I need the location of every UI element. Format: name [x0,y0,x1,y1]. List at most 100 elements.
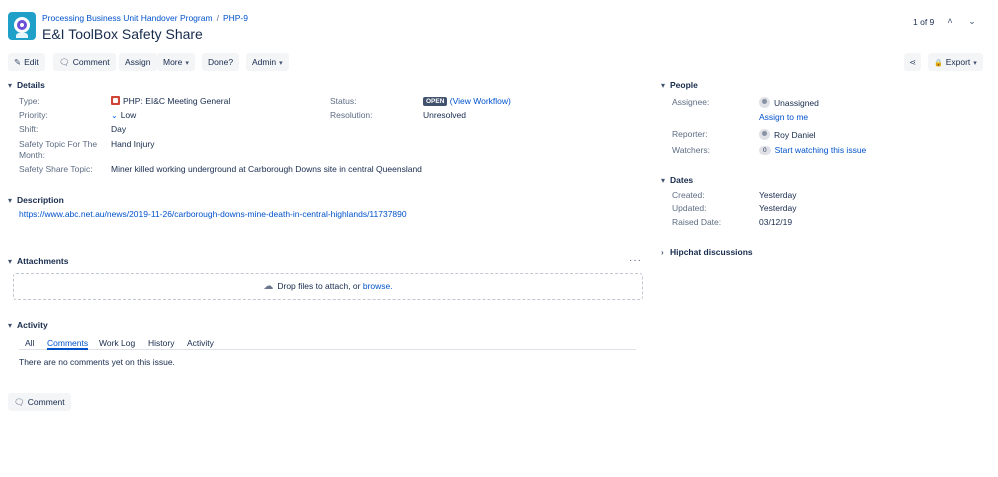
export-button[interactable]: 🔒 Export ▾ [928,53,983,71]
tab-history[interactable]: History [148,338,174,348]
dates-section-toggle[interactable]: ▾ Dates [661,175,693,185]
hipchat-section-toggle[interactable]: › Hipchat discussions [661,247,753,257]
details-heading: Details [17,80,45,90]
more-button-label: More [163,57,183,67]
status-label: Status: [330,96,357,106]
comment-button[interactable]: 🗨 Comment [53,53,116,71]
description-heading: Description [17,195,64,205]
edit-button[interactable]: ✎ Edit [8,53,45,71]
collapse-icon: ▾ [8,81,13,90]
resolution-value: Unresolved [423,110,466,120]
people-heading: People [670,80,698,90]
shift-label: Shift: [19,124,39,134]
assign-button[interactable]: Assign [119,53,157,71]
people-section-toggle[interactable]: ▾ People [661,80,698,90]
comment-button-label: Comment [72,57,110,67]
project-avatar-pupil [20,23,24,27]
updated-label: Updated: [672,203,707,213]
collapse-icon: ▾ [661,176,666,185]
hipchat-heading: Hipchat discussions [670,247,753,257]
attachments-heading: Attachments [17,256,69,266]
type-value: PHP: EI&C Meeting General [111,96,230,106]
description-section-toggle[interactable]: ▾ Description [8,195,64,205]
safety-topic-label-line2: Month: [19,150,45,160]
tab-all[interactable]: All [25,338,34,348]
attachment-dropzone[interactable]: ☁ Drop files to attach, or browse. [13,273,643,300]
done-button-label: Done? [208,57,234,67]
attachments-options-icon[interactable]: ··· [629,255,642,266]
add-comment-button-label: Comment [27,397,65,407]
share-icon: ⋖ [909,57,917,67]
created-value: Yesterday [759,190,797,200]
priority-value: ⌄ Low [111,110,136,120]
cloud-upload-icon: ☁ [263,281,274,292]
issue-type-icon [111,96,120,105]
breadcrumb-project-link[interactable]: Processing Business Unit Handover Progra… [42,13,213,23]
issue-pager-text: 1 of 9 [913,17,935,27]
admin-button-label: Admin [252,57,277,67]
type-label: Type: [19,96,40,106]
attachments-section-toggle[interactable]: ▾ Attachments [8,256,68,266]
lock-icon: 🔒 [934,60,943,67]
assignee-label: Assignee: [672,97,710,107]
safety-share-value: Miner killed working underground at Carb… [111,164,422,174]
breadcrumb: Processing Business Unit Handover Progra… [42,13,248,23]
priority-value-text: Low [120,110,137,120]
view-workflow-link[interactable]: (View Workflow) [450,96,511,106]
tab-work-log[interactable]: Work Log [99,338,135,348]
description-link[interactable]: https://www.abc.net.au/news/2019-11-26/c… [19,209,407,219]
watchers-value: 0 Start watching this issue [759,145,866,155]
updated-value: Yesterday [759,203,797,213]
collapse-icon: ▾ [8,257,13,266]
chevron-down-icon: ▾ [279,60,283,67]
type-value-text: PHP: EI&C Meeting General [123,96,231,106]
add-comment-button[interactable]: 🗨 Comment [8,393,71,411]
more-button[interactable]: More ▾ [157,53,195,71]
comment-icon: 🗨 [59,57,70,67]
safety-share-label: Safety Share Topic: [19,164,93,174]
admin-button[interactable]: Admin ▾ [246,53,289,71]
priority-label: Priority: [19,110,48,120]
breadcrumb-issue-key-link[interactable]: PHP-9 [223,13,248,23]
collapse-icon: ▾ [8,196,13,205]
reporter-avatar [759,129,770,140]
assignee-value: Unassigned [759,97,819,108]
assign-to-me-link[interactable]: Assign to me [759,112,808,122]
shift-value: Day [111,124,127,134]
chevron-down-icon: ▾ [185,60,189,67]
project-avatar[interactable] [8,12,36,40]
project-avatar-base [16,33,28,38]
tab-comments[interactable]: Comments [47,338,88,348]
browse-link[interactable]: browse. [363,281,393,291]
export-button-label: Export [945,57,971,67]
activity-section-toggle[interactable]: ▾ Activity [8,320,48,330]
dropzone-text: Drop files to attach, or [277,281,361,291]
collapse-icon: ▾ [8,321,13,330]
previous-issue-icon[interactable]: ˄ [944,15,956,27]
status-badge: OPEN [423,97,448,106]
unassigned-avatar [759,97,770,108]
expand-icon: › [661,248,664,257]
share-button[interactable]: ⋖ [904,53,922,71]
assignee-value-text: Unassigned [774,98,819,108]
details-section-toggle[interactable]: ▾ Details [8,80,45,90]
tabs-divider [19,349,636,350]
tab-activity[interactable]: Activity [187,338,214,348]
issue-title[interactable]: E&I ToolBox Safety Share [42,26,203,42]
reporter-label: Reporter: [672,129,708,139]
collapse-icon: ▾ [661,81,666,90]
breadcrumb-separator: / [216,13,219,23]
watchers-label: Watchers: [672,145,710,155]
next-issue-icon[interactable]: ⌄ [966,15,978,27]
chevron-down-icon: ▾ [973,60,977,67]
reporter-value[interactable]: Roy Daniel [759,129,816,140]
resolution-label: Resolution: [330,110,373,120]
start-watching-link[interactable]: Start watching this issue [775,145,867,155]
active-tab-indicator [47,348,88,350]
comment-icon: 🗨 [14,397,25,407]
watchers-count-badge: 0 [759,146,771,155]
done-button[interactable]: Done? [202,53,240,71]
status-value: OPEN (View Workflow) [423,96,511,106]
edit-button-label: Edit [24,57,39,67]
dates-heading: Dates [670,175,694,185]
